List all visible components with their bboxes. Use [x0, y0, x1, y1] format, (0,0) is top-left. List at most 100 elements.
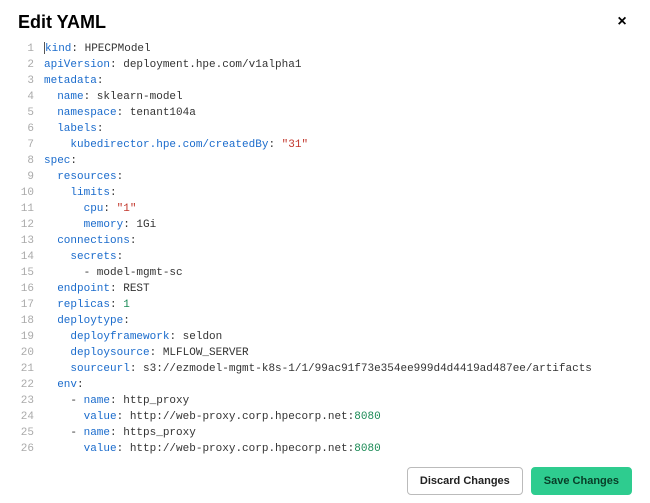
token-key: apiVersion — [44, 59, 110, 71]
code-content[interactable]: limits: — [44, 185, 632, 201]
code-line[interactable]: 22 env: — [18, 377, 632, 393]
token-plain — [44, 443, 84, 455]
token-plain — [44, 139, 70, 151]
code-content[interactable]: deploytype: — [44, 313, 632, 329]
token-key: name — [84, 395, 110, 407]
line-number: 12 — [18, 217, 44, 233]
token-plain — [44, 379, 57, 391]
token-plain — [44, 219, 84, 231]
code-line[interactable]: 1kind: HPECPModel — [18, 41, 632, 57]
code-content[interactable]: value: http://web-proxy.corp.hpecorp.net… — [44, 409, 632, 425]
token-num: 8080 — [354, 411, 380, 423]
token-plain — [44, 107, 57, 119]
token-key: endpoint — [57, 283, 110, 295]
token-plain: : deployment.hpe.com/v1alpha1 — [110, 59, 301, 71]
code-content[interactable]: env: — [44, 377, 632, 393]
code-line[interactable]: 14 secrets: — [18, 249, 632, 265]
code-content[interactable]: kind: HPECPModel — [44, 41, 632, 57]
token-key: labels — [57, 123, 97, 135]
token-key: name — [84, 427, 110, 439]
code-content[interactable]: spec: — [44, 153, 632, 169]
line-number: 19 — [18, 329, 44, 345]
code-content[interactable]: - model-mgmt-sc — [44, 265, 632, 281]
line-number: 15 — [18, 265, 44, 281]
code-content[interactable]: deploysource: MLFLOW_SERVER — [44, 345, 632, 361]
code-line[interactable]: 26 value: http://web-proxy.corp.hpecorp.… — [18, 441, 632, 457]
code-line[interactable]: 18 deploytype: — [18, 313, 632, 329]
code-line[interactable]: 21 sourceurl: s3://ezmodel-mgmt-k8s-1/1/… — [18, 361, 632, 377]
line-number: 8 — [18, 153, 44, 169]
code-line[interactable]: 11 cpu: "1" — [18, 201, 632, 217]
token-num: 1 — [123, 299, 130, 311]
code-content[interactable]: memory: 1Gi — [44, 217, 632, 233]
line-number: 25 — [18, 425, 44, 441]
dialog-title: Edit YAML — [18, 12, 106, 33]
code-content[interactable]: name: sklearn-model — [44, 89, 632, 105]
code-line[interactable]: 13 connections: — [18, 233, 632, 249]
token-plain: : HPECPModel — [71, 43, 150, 55]
dialog-footer: Discard Changes Save Changes — [18, 457, 632, 495]
line-number: 10 — [18, 185, 44, 201]
code-content[interactable]: value: http://web-proxy.corp.hpecorp.net… — [44, 441, 632, 457]
token-plain: : 1Gi — [123, 219, 156, 231]
token-key: limits — [70, 187, 110, 199]
code-content[interactable]: sourceurl: s3://ezmodel-mgmt-k8s-1/1/99a… — [44, 361, 632, 377]
code-content[interactable]: kubedirector.hpe.com/createdBy: "31" — [44, 137, 632, 153]
code-content[interactable]: replicas: 1 — [44, 297, 632, 313]
code-line[interactable]: 6 labels: — [18, 121, 632, 137]
token-plain: : REST — [110, 283, 150, 295]
line-number: 7 — [18, 137, 44, 153]
code-content[interactable]: resources: — [44, 169, 632, 185]
token-num: 8080 — [354, 443, 380, 455]
token-plain — [44, 235, 57, 247]
yaml-editor[interactable]: 1kind: HPECPModel2apiVersion: deployment… — [18, 41, 632, 457]
code-line[interactable]: 12 memory: 1Gi — [18, 217, 632, 233]
token-plain — [44, 347, 70, 359]
code-content[interactable]: metadata: — [44, 73, 632, 89]
token-plain — [44, 299, 57, 311]
code-content[interactable]: labels: — [44, 121, 632, 137]
save-changes-button[interactable]: Save Changes — [531, 467, 632, 495]
code-line[interactable]: 7 kubedirector.hpe.com/createdBy: "31" — [18, 137, 632, 153]
code-line[interactable]: 5 namespace: tenant104a — [18, 105, 632, 121]
token-key: name — [57, 91, 83, 103]
code-line[interactable]: 16 endpoint: REST — [18, 281, 632, 297]
token-key: secrets — [70, 251, 116, 263]
code-line[interactable]: 9 resources: — [18, 169, 632, 185]
code-line[interactable]: 23 - name: http_proxy — [18, 393, 632, 409]
code-content[interactable]: deployframework: seldon — [44, 329, 632, 345]
line-number: 23 — [18, 393, 44, 409]
code-line[interactable]: 25 - name: https_proxy — [18, 425, 632, 441]
code-content[interactable]: apiVersion: deployment.hpe.com/v1alpha1 — [44, 57, 632, 73]
code-content[interactable]: connections: — [44, 233, 632, 249]
close-icon[interactable]: × — [612, 13, 632, 33]
token-plain: : http://web-proxy.corp.hpecorp.net: — [117, 411, 355, 423]
discard-changes-button[interactable]: Discard Changes — [407, 467, 523, 495]
code-content[interactable]: endpoint: REST — [44, 281, 632, 297]
token-key: memory — [84, 219, 124, 231]
code-content[interactable]: cpu: "1" — [44, 201, 632, 217]
code-line[interactable]: 17 replicas: 1 — [18, 297, 632, 313]
token-plain — [44, 203, 84, 215]
token-str: "1" — [117, 203, 137, 215]
code-line[interactable]: 20 deploysource: MLFLOW_SERVER — [18, 345, 632, 361]
line-number: 21 — [18, 361, 44, 377]
code-content[interactable]: secrets: — [44, 249, 632, 265]
code-line[interactable]: 2apiVersion: deployment.hpe.com/v1alpha1 — [18, 57, 632, 73]
code-line[interactable]: 19 deployframework: seldon — [18, 329, 632, 345]
code-line[interactable]: 15 - model-mgmt-sc — [18, 265, 632, 281]
code-line[interactable]: 4 name: sklearn-model — [18, 89, 632, 105]
code-content[interactable]: - name: https_proxy — [44, 425, 632, 441]
code-line[interactable]: 10 limits: — [18, 185, 632, 201]
code-line[interactable]: 24 value: http://web-proxy.corp.hpecorp.… — [18, 409, 632, 425]
code-content[interactable]: - name: http_proxy — [44, 393, 632, 409]
code-line[interactable]: 3metadata: — [18, 73, 632, 89]
code-content[interactable]: namespace: tenant104a — [44, 105, 632, 121]
line-number: 22 — [18, 377, 44, 393]
token-plain — [44, 363, 70, 375]
token-plain: - — [44, 395, 84, 407]
token-plain: : — [110, 187, 117, 199]
token-plain: : — [97, 123, 104, 135]
edit-yaml-dialog: Edit YAML × 1kind: HPECPModel2apiVersion… — [0, 0, 650, 503]
code-line[interactable]: 8spec: — [18, 153, 632, 169]
